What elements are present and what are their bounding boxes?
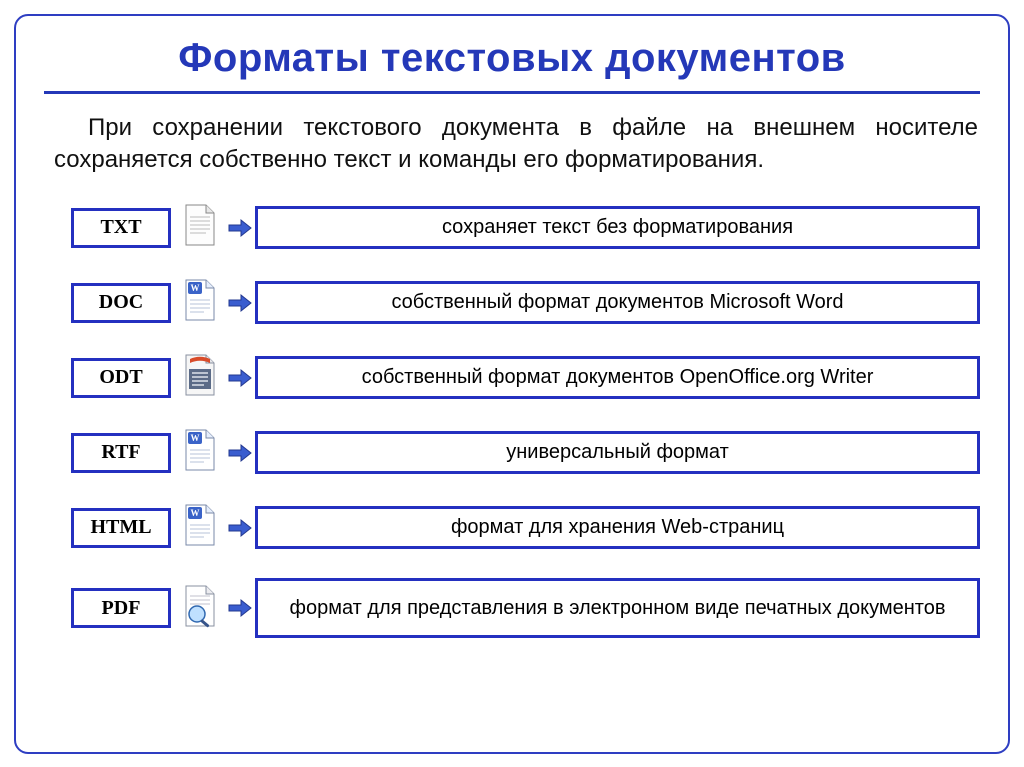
format-row-odt: ODT собственный формат документов OpenOf… [71,353,980,402]
format-row-rtf: RTF W универсальный формат [71,428,980,477]
svg-text:W: W [191,433,200,443]
txt-file-icon [177,203,223,252]
formats-list: TXT сохраняет текст без форматирования D… [16,183,1008,638]
arrow-icon [225,518,255,538]
doc-file-icon: W [177,278,223,327]
format-code: RTF [71,433,171,473]
format-description: собственный формат документов OpenOffice… [255,356,980,399]
svg-text:W: W [191,508,200,518]
format-description: формат для хранения Web-страниц [255,506,980,549]
arrow-icon [225,368,255,388]
doc-file-icon: W [177,428,223,477]
slide-title: Форматы текстовых документов [16,16,1008,89]
format-description: формат для представления в электронном в… [255,578,980,638]
format-code: ODT [71,358,171,398]
lead-paragraph: При сохранении текстового документа в фа… [16,94,1008,183]
slide-frame: Форматы текстовых документов При сохране… [14,14,1010,754]
format-row-doc: DOC W собственный формат документов Micr… [71,278,980,327]
format-description: собственный формат документов Microsoft … [255,281,980,324]
arrow-icon [225,598,255,618]
format-row-txt: TXT сохраняет текст без форматирования [71,203,980,252]
arrow-icon [225,218,255,238]
format-row-pdf: PDF формат для представления в электронн… [71,578,980,638]
arrow-icon [225,293,255,313]
format-description: универсальный формат [255,431,980,474]
format-code: HTML [71,508,171,548]
odt-file-icon [177,353,223,402]
arrow-icon [225,443,255,463]
format-row-html: HTML W формат для хранения Web-страниц [71,503,980,552]
doc-file-icon: W [177,503,223,552]
pdf-file-icon [177,584,223,633]
format-code: DOC [71,283,171,323]
format-code: PDF [71,588,171,628]
svg-text:W: W [191,283,200,293]
format-code: TXT [71,208,171,248]
format-description: сохраняет текст без форматирования [255,206,980,249]
